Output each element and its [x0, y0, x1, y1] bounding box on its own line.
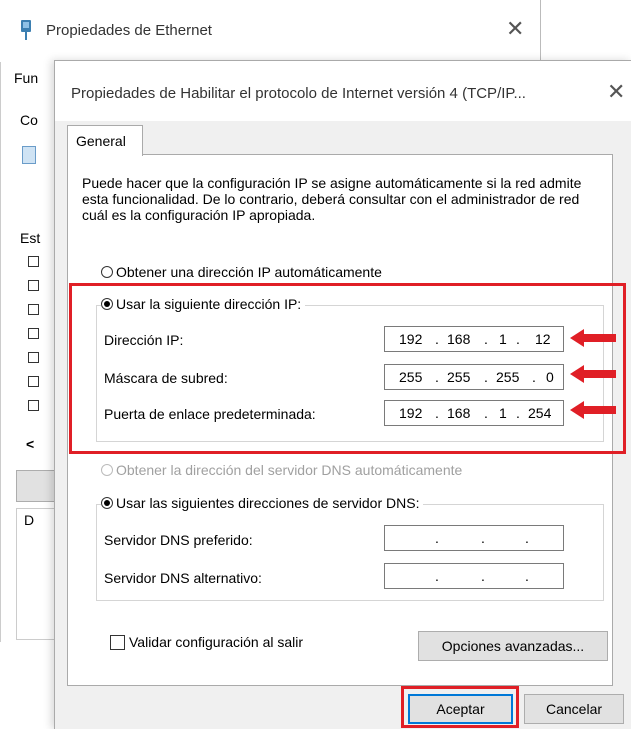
- dns-auto-radio[interactable]: [101, 464, 113, 476]
- ipv4-dialog-titlebar: Propiedades de Habilitar el protocolo de…: [55, 61, 631, 121]
- ok-button-highlight: [401, 686, 519, 728]
- ip-auto-radio[interactable]: [101, 266, 113, 278]
- ethernet-window-title: Propiedades de Ethernet: [46, 22, 212, 39]
- description-text: Puede hacer que la configuración IP se a…: [82, 175, 582, 223]
- checkbox[interactable]: [28, 280, 39, 291]
- dns-preferred-label: Servidor DNS preferido:: [104, 532, 253, 548]
- component-checkbox-list-fragment: [28, 256, 39, 424]
- ip-dot: .: [435, 568, 439, 584]
- dns-preferred-input[interactable]: . . .: [384, 525, 564, 551]
- checkbox[interactable]: [28, 304, 39, 315]
- checkbox[interactable]: [28, 256, 39, 267]
- ip-auto-label: Obtener una dirección IP automáticamente: [116, 264, 382, 280]
- dns-auto-label: Obtener la dirección del servidor DNS au…: [116, 462, 463, 478]
- ethernet-close-icon[interactable]: ✕: [506, 16, 524, 42]
- validate-checkbox[interactable]: [110, 634, 125, 650]
- advanced-options-button[interactable]: Opciones avanzadas...: [418, 631, 608, 661]
- ipv4-dialog-title: Propiedades de Habilitar el protocolo de…: [71, 85, 526, 102]
- ip-section-highlight: [69, 283, 626, 454]
- dns-manual-option[interactable]: Usar las siguientes direcciones de servi…: [101, 495, 424, 511]
- ip-dot: .: [481, 568, 485, 584]
- dns-alternate-input[interactable]: . . .: [384, 563, 564, 589]
- adapter-icon-fragment: [22, 146, 36, 164]
- items-label-fragment: Est: [20, 230, 41, 246]
- dns-auto-option[interactable]: Obtener la dirección del servidor DNS au…: [101, 462, 462, 478]
- cancel-button[interactable]: Cancelar: [524, 694, 624, 724]
- dns-manual-radio[interactable]: [101, 497, 113, 509]
- dns-manual-label: Usar las siguientes direcciones de servi…: [116, 495, 420, 511]
- tab-general[interactable]: General: [67, 125, 143, 156]
- ipv4-close-icon[interactable]: ✕: [607, 79, 625, 105]
- ip-dot: .: [525, 568, 529, 584]
- window-edge: [540, 0, 541, 60]
- ip-dot: .: [525, 530, 529, 546]
- checkbox[interactable]: [28, 352, 39, 363]
- dns-alternate-label: Servidor DNS alternativo:: [104, 570, 262, 586]
- connect-label-fragment: Co: [20, 112, 38, 128]
- checkbox[interactable]: [28, 400, 39, 411]
- install-button-fragment[interactable]: [16, 470, 58, 502]
- description-label-fragment: D: [24, 512, 35, 528]
- ip-auto-option[interactable]: Obtener una dirección IP automáticamente: [101, 264, 382, 280]
- validate-option[interactable]: Validar configuración al salir: [110, 634, 303, 650]
- checkbox[interactable]: [28, 376, 39, 387]
- network-adapter-icon: [21, 20, 31, 40]
- ip-dot: .: [435, 530, 439, 546]
- validate-label: Validar configuración al salir: [129, 634, 304, 650]
- tab-general-label: General: [76, 133, 126, 149]
- scroll-left-icon[interactable]: <: [26, 436, 34, 452]
- red-arrow-icon: [570, 401, 616, 419]
- red-arrow-icon: [570, 365, 616, 383]
- ethernet-window-titlebar: Propiedades de Ethernet ✕: [0, 0, 540, 62]
- ethernet-tab-fragment[interactable]: Fun: [14, 70, 38, 86]
- red-arrow-icon: [570, 329, 616, 347]
- window-edge: [0, 62, 1, 642]
- checkbox[interactable]: [28, 328, 39, 339]
- ip-dot: .: [481, 530, 485, 546]
